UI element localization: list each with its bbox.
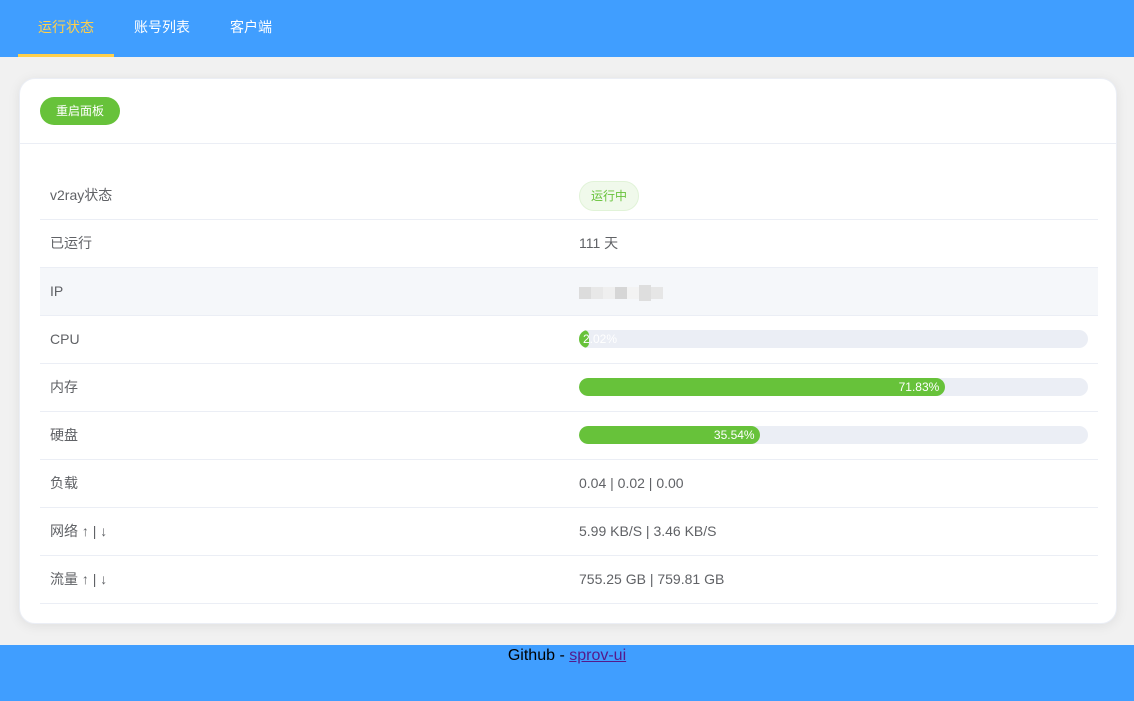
table-row-network: 网络 ↑ | ↓ 5.99 KB/S | 3.46 KB/S bbox=[40, 508, 1098, 556]
cpu-progress-bar: 2.02% bbox=[579, 330, 1088, 348]
table-row-load: 负载 0.04 | 0.02 | 0.00 bbox=[40, 460, 1098, 508]
uptime-value: 111 天 bbox=[579, 235, 619, 251]
uptime-label: 已运行 bbox=[50, 235, 92, 251]
memory-label: 内存 bbox=[50, 379, 78, 395]
traffic-label: 流量 ↑ | ↓ bbox=[50, 571, 108, 587]
memory-progress-text: 71.83% bbox=[898, 380, 940, 394]
table-row-cpu: CPU 2.02% bbox=[40, 316, 1098, 364]
traffic-value: 755.25 GB | 759.81 GB bbox=[579, 571, 725, 587]
table-row-traffic: 流量 ↑ | ↓ 755.25 GB | 759.81 GB bbox=[40, 556, 1098, 604]
table-row-uptime: 已运行 111 天 bbox=[40, 220, 1098, 268]
status-table: v2ray状态 运行中 已运行 111 天 IP CPU 2.02% 内存 71… bbox=[40, 172, 1098, 604]
footer: Github - sprov-ui bbox=[0, 645, 1134, 701]
tab-accounts[interactable]: 账号列表 bbox=[114, 0, 210, 57]
ip-value-redacted bbox=[579, 285, 671, 301]
tab-status[interactable]: 运行状态 bbox=[18, 0, 114, 57]
load-value: 0.04 | 0.02 | 0.00 bbox=[579, 475, 684, 491]
table-row-v2ray: v2ray状态 运行中 bbox=[40, 172, 1098, 220]
table-row-ip: IP bbox=[40, 268, 1098, 316]
disk-label: 硬盘 bbox=[50, 427, 78, 443]
table-row-disk: 硬盘 35.54% bbox=[40, 412, 1098, 460]
memory-progress-bar: 71.83% bbox=[579, 378, 1088, 396]
status-badge: 运行中 bbox=[579, 181, 640, 211]
load-label: 负载 bbox=[50, 475, 78, 491]
tab-client[interactable]: 客户端 bbox=[210, 0, 292, 57]
table-row-memory: 内存 71.83% bbox=[40, 364, 1098, 412]
footer-prefix: Github - bbox=[507, 647, 570, 664]
v2ray-status-label: v2ray状态 bbox=[50, 187, 113, 203]
status-card: 重启面板 v2ray状态 运行中 已运行 111 天 IP CPU 2.02% … bbox=[19, 78, 1117, 624]
cpu-progress-text: 2.02% bbox=[583, 332, 618, 346]
network-value: 5.99 KB/S | 3.46 KB/S bbox=[579, 523, 717, 539]
disk-progress-bar: 35.54% bbox=[579, 426, 1088, 444]
github-link[interactable]: sprov-ui bbox=[569, 647, 626, 664]
network-label: 网络 ↑ | ↓ bbox=[50, 523, 108, 539]
top-nav-bar: 运行状态 账号列表 客户端 bbox=[0, 0, 1134, 57]
card-header: 重启面板 bbox=[20, 79, 1116, 144]
ip-label: IP bbox=[50, 283, 64, 299]
disk-progress-text: 35.54% bbox=[713, 428, 755, 442]
cpu-label: CPU bbox=[50, 331, 80, 347]
restart-panel-button[interactable]: 重启面板 bbox=[40, 97, 120, 125]
memory-progress-fill bbox=[579, 378, 945, 396]
